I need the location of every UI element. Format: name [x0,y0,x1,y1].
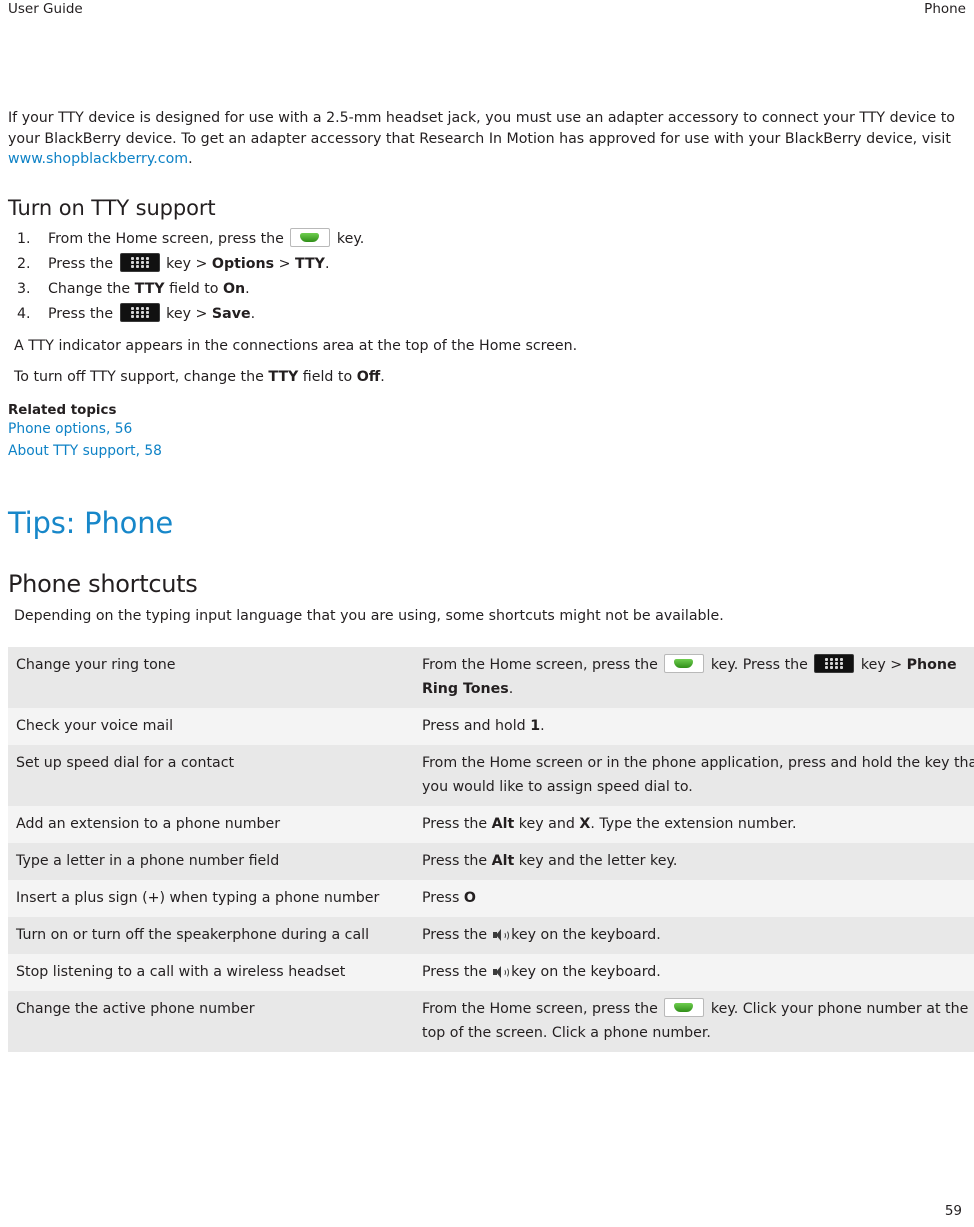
step-number: 2. [17,255,31,272]
emphasis-text: Save [211,305,251,322]
emphasis-text: Alt [491,815,515,832]
tty-step-4: 4. Press the key > Save. [8,302,966,325]
emphasis-text: Off [356,368,381,385]
speaker-icon [492,965,510,978]
shortcut-action-cell: From the Home screen, press the key. Cli… [414,990,974,1052]
tty-intro-paragraph: If your TTY device is designed for use w… [8,108,966,170]
tty-note-indicator: A TTY indicator appears in the connectio… [14,337,578,354]
emphasis-text: Alt [491,852,515,869]
table-row: Add an extension to a phone number Press … [8,805,974,843]
shortcut-label-cell: Change your ring tone [8,646,414,708]
shopblackberry-link[interactable]: www.shopblackberry.com [8,151,188,167]
table-row: Change your ring tone From the Home scree… [8,646,974,708]
menu-key-icon [119,302,160,322]
step-text: Press the key > Options > TTY. [48,252,329,272]
shortcut-action-cell: From the Home screen, press the key. Pre… [414,646,974,708]
phone-shortcuts-table: Change your ring tone From the Home scree… [8,646,974,1052]
shortcut-action-cell: Press the Alt key and the letter key. [414,842,974,880]
header-right-label: Phone [924,1,966,17]
related-link-about-tty-support[interactable]: About TTY support, 58 [8,440,966,462]
send-key-icon [664,653,705,673]
emphasis-text: TTY [295,255,325,272]
shortcut-label-cell: Change the active phone number [8,990,414,1052]
tty-step-3: 3. Change the TTY field to On. [8,278,966,300]
send-key-icon [664,997,705,1017]
shortcut-action-cell: Press and hold 1. [414,707,974,745]
shortcut-action-cell: Press the key on the keyboard. [414,916,974,954]
speaker-icon [492,928,510,941]
step-text: Change the TTY field to On. [48,280,250,297]
tty-note-turnoff: To turn off TTY support, change the TTY … [14,368,385,385]
menu-key-icon [119,252,160,272]
shortcut-label-cell: Stop listening to a call with a wireless… [8,953,414,991]
step-text: Press the key > Save. [48,302,255,322]
shortcut-label-cell: Set up speed dial for a contact [8,744,414,806]
step-number: 4. [17,305,31,322]
emphasis-text: On [222,280,246,297]
shortcut-action-cell: Press the Alt key and X. Type the extens… [414,805,974,843]
table-row: Set up speed dial for a contact From the … [8,744,974,806]
emphasis-text: X [579,815,591,832]
emphasis-text: O [463,889,476,906]
shortcut-action-cell: Press the key on the keyboard. [414,953,974,991]
send-key-icon [290,227,331,247]
table-row: Insert a plus sign (+) when typing a pho… [8,879,974,917]
emphasis-text: Options [211,255,275,272]
shortcut-action-cell: Press O [414,879,974,917]
table-row: Change the active phone number From the H… [8,990,974,1052]
document-body: If your TTY device is designed for use w… [8,108,974,1052]
header-left-label: User Guide [8,1,83,17]
tty-step-1: 1. From the Home screen, press the key. [8,227,966,250]
step-text: From the Home screen, press the key. [48,227,364,247]
table-row: Turn on or turn off the speakerphone dur… [8,916,974,954]
shortcut-label-cell: Add an extension to a phone number [8,805,414,843]
tty-steps-list: 1. From the Home screen, press the key. 2.… [8,227,966,325]
menu-key-icon [814,653,855,673]
page-number: 59 [944,1203,962,1219]
shortcut-label-cell: Turn on or turn off the speakerphone dur… [8,916,414,954]
phone-shortcuts-title: Phone shortcuts [8,569,198,598]
emphasis-text: TTY [268,368,299,385]
step-number: 1. [17,230,31,247]
chapter-title: Tips: Phone [8,505,174,540]
document-page: User Guide Phone If your TTY device is d… [0,0,974,1227]
shortcut-label-cell: Check your voice mail [8,707,414,745]
table-row: Stop listening to a call with a wireless… [8,953,974,991]
table-row: Check your voice mail Press and hold 1. [8,707,974,745]
tty-step-2: 2. Press the key > Options > TTY. [8,252,966,275]
shortcut-action-cell: From the Home screen or in the phone app… [414,744,974,806]
tty-section-title: Turn on TTY support [8,195,216,220]
emphasis-text: TTY [134,280,165,297]
shortcut-label-cell: Type a letter in a phone number field [8,842,414,880]
shortcut-label-cell: Insert a plus sign (+) when typing a pho… [8,879,414,917]
step-number: 3. [17,280,31,297]
tty-intro-text-before: If your TTY device is designed for use w… [8,110,955,147]
related-topics-title: Related topics [8,402,117,418]
tty-intro-text-after: . [188,151,193,167]
page-header: User Guide Phone [0,0,974,22]
related-link-phone-options[interactable]: Phone options, 56 [8,418,966,440]
emphasis-text: 1 [530,717,541,734]
table-row: Type a letter in a phone number field Pre… [8,842,974,880]
phone-shortcuts-note: Depending on the typing input language t… [14,607,724,624]
